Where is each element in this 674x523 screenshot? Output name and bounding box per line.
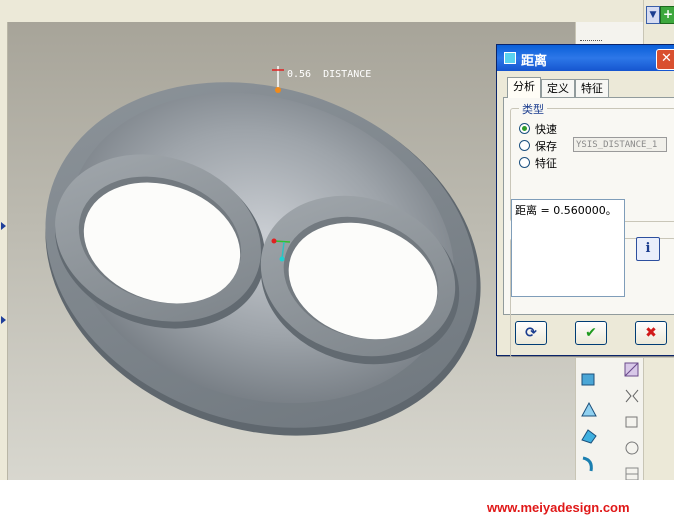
radio-quick-label: 快速 [535,123,557,136]
top-toolbar-strip [0,0,674,22]
sweep-tool-icon[interactable] [579,454,599,474]
grid-tool-icon[interactable] [622,464,642,480]
close-icon[interactable]: ✕ [656,49,674,70]
left-edge-marker-top[interactable] [1,222,6,230]
dropdown-arrow-icon[interactable]: ▼ [646,6,660,24]
saved-name-field[interactable]: YSIS_DISTANCE_1 [573,137,667,152]
dialog-title-bar[interactable]: 距离 ✕ [497,45,674,71]
tab-analysis[interactable]: 分析 [507,77,541,98]
radio-save[interactable] [519,140,530,151]
left-edge-marker-bottom[interactable] [1,316,6,324]
mirror-tool-icon[interactable] [622,386,642,406]
plus-icon[interactable]: + [660,6,674,24]
pattern-tool-icon[interactable] [622,438,642,458]
graphics-viewport[interactable]: 0.56 DISTANCE [8,22,575,480]
ok-check-icon[interactable]: ✔ [575,321,607,345]
radio-feature[interactable] [519,157,530,168]
plane-tool-icon[interactable] [579,400,599,420]
radio-quick[interactable] [519,123,530,134]
toolbar-separator [580,40,602,41]
tab-definition[interactable]: 定义 [541,79,575,98]
dialog-window-icon [504,52,516,64]
cancel-x-icon[interactable]: ✖ [635,321,667,345]
shell-tool-icon[interactable] [622,412,642,432]
info-icon[interactable]: i [636,237,660,261]
radio-feature-label: 特征 [535,157,557,170]
extrude-tool-icon[interactable] [579,370,599,390]
type-group-label: 类型 [519,101,547,117]
radio-save-label: 保存 [535,140,557,153]
distance-dialog: 距离 ✕ 分析 定义 特征 类型 快速 保存 YSIS_DISTANCE_1 特… [496,44,674,358]
result-text: 距离 = 0.560000。 [515,204,617,217]
cad-application-window: 0.56 DISTANCE ▼ + 距离 ✕ 分析 定义 特征 类型 快速 保存… [0,0,674,480]
solid-tool-icon[interactable] [579,426,599,446]
watermark-text: www.meiyadesign.com [487,500,630,515]
dialog-title: 距离 [521,54,548,69]
repaint-icon[interactable]: ⟳ [515,321,547,345]
measure-label: 0.56 DISTANCE [287,69,372,80]
left-edge-panel [0,22,8,480]
hatch-tool-icon[interactable] [622,360,642,380]
part-model-drawing[interactable] [8,22,575,480]
result-text-area[interactable]: 距离 = 0.560000。 [511,199,625,297]
tab-feature[interactable]: 特征 [575,79,609,98]
